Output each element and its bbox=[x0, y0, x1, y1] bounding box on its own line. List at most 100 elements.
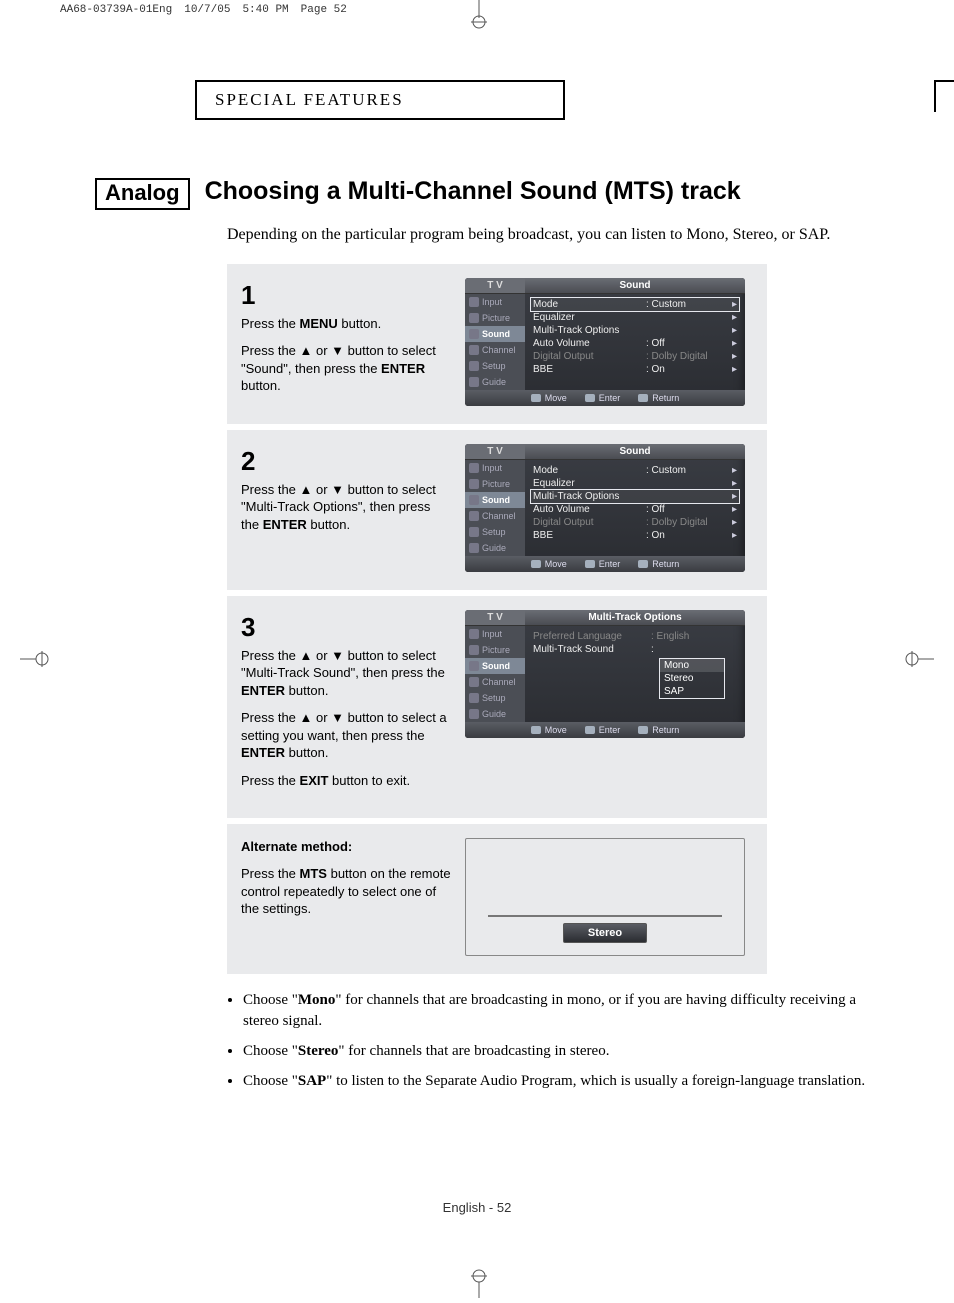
option-sap[interactable]: SAP bbox=[660, 685, 724, 698]
sidebar-item-picture[interactable]: Picture bbox=[465, 476, 525, 492]
page-title: Choosing a Multi-Channel Sound (MTS) tra… bbox=[205, 178, 865, 206]
option-mono[interactable]: Mono bbox=[660, 659, 724, 672]
sidebar-item-setup[interactable]: Setup bbox=[465, 524, 525, 540]
channel-icon bbox=[469, 677, 479, 687]
input-icon bbox=[469, 629, 479, 639]
step-1: 1 Press the MENU button. Press the ▲ or … bbox=[227, 264, 767, 424]
sidebar-label-picture: Picture bbox=[482, 313, 510, 323]
menu-row-equalizer[interactable]: Equalizer▸ bbox=[531, 311, 739, 324]
chevron-right-icon: ▸ bbox=[732, 517, 737, 528]
sidebar-label-setup: Setup bbox=[482, 361, 506, 371]
alt-text-pre: Press the bbox=[241, 866, 300, 881]
sidebar-label-sound: Sound bbox=[482, 329, 510, 339]
sidebar-item-guide[interactable]: Guide bbox=[465, 706, 525, 722]
sidebar-item-picture[interactable]: Picture bbox=[465, 642, 525, 658]
sidebar-label-guide: Guide bbox=[482, 543, 506, 553]
sidebar-item-guide[interactable]: Guide bbox=[465, 374, 525, 390]
menu-row-mode[interactable]: Mode: Custom▸ bbox=[530, 297, 740, 312]
step-1-line1-pre: Press the bbox=[241, 316, 300, 331]
intro-paragraph: Depending on the particular program bein… bbox=[227, 224, 865, 246]
row-label: BBE bbox=[533, 530, 646, 541]
row-label: Mode bbox=[533, 465, 646, 476]
menu-row-bbe[interactable]: BBE: On▸ bbox=[531, 529, 739, 542]
footer-move: Move bbox=[531, 725, 567, 735]
sidebar-label-sound: Sound bbox=[482, 495, 510, 505]
page-footer: English - 52 bbox=[0, 1200, 954, 1215]
menu-row-mode[interactable]: Mode: Custom▸ bbox=[531, 464, 739, 477]
menu-row-preflang: Preferred Language: English bbox=[531, 630, 739, 643]
note-pre: Choose " bbox=[243, 1043, 298, 1059]
crop-mark-bottom-icon bbox=[469, 1268, 489, 1303]
picture-icon bbox=[469, 645, 479, 655]
alt-heading: Alternate method: bbox=[241, 839, 352, 854]
menu-row-mts[interactable]: Multi-Track Options▸ bbox=[531, 324, 739, 337]
sidebar-label-channel: Channel bbox=[482, 677, 516, 687]
sidebar-item-input[interactable]: Input bbox=[465, 460, 525, 476]
crop-mark-top-icon bbox=[469, 0, 489, 35]
row-value: : Dolby Digital bbox=[646, 351, 732, 362]
chevron-right-icon: ▸ bbox=[732, 491, 737, 502]
sidebar-item-channel[interactable]: Channel bbox=[465, 508, 525, 524]
option-stereo[interactable]: Stereo bbox=[660, 672, 724, 685]
alt-text: Alternate method: Press the MTS button o… bbox=[241, 838, 451, 956]
sidebar-item-guide[interactable]: Guide bbox=[465, 540, 525, 556]
menu-row-mts[interactable]: Multi-Track Options▸ bbox=[530, 489, 740, 504]
footer-return: Return bbox=[638, 559, 679, 569]
setup-icon bbox=[469, 361, 479, 371]
row-value: : Off bbox=[646, 504, 732, 515]
row-value: : Dolby Digital bbox=[646, 517, 732, 528]
row-label: Multi-Track Sound bbox=[533, 644, 651, 655]
menu-row-bbe[interactable]: BBE: On▸ bbox=[531, 363, 739, 376]
step-3-text: 3 Press the ▲ or ▼ button to select "Mul… bbox=[241, 610, 451, 800]
tv-footer: Move Enter Return bbox=[465, 556, 745, 572]
row-label: Preferred Language bbox=[533, 631, 651, 642]
step-3-number: 3 bbox=[241, 610, 451, 645]
setup-icon bbox=[469, 693, 479, 703]
row-label: Digital Output bbox=[533, 351, 646, 362]
note-post: " for channels that are broadcasting in … bbox=[338, 1043, 609, 1059]
row-label: Equalizer bbox=[533, 478, 646, 489]
sidebar-item-input[interactable]: Input bbox=[465, 626, 525, 642]
sidebar-item-setup[interactable]: Setup bbox=[465, 690, 525, 706]
sidebar-label-channel: Channel bbox=[482, 511, 516, 521]
sidebar-label-input: Input bbox=[482, 463, 502, 473]
chevron-right-icon: ▸ bbox=[732, 504, 737, 515]
setup-icon bbox=[469, 527, 479, 537]
chevron-right-icon: ▸ bbox=[732, 299, 737, 310]
sidebar-item-channel[interactable]: Channel bbox=[465, 342, 525, 358]
chevron-right-icon: ▸ bbox=[732, 351, 737, 362]
footer-return: Return bbox=[638, 393, 679, 403]
sidebar-item-sound[interactable]: Sound bbox=[465, 658, 525, 674]
guide-icon bbox=[469, 543, 479, 553]
footer-return: Return bbox=[638, 725, 679, 735]
sidebar-label-picture: Picture bbox=[482, 479, 510, 489]
guide-icon bbox=[469, 377, 479, 387]
chevron-right-icon: ▸ bbox=[732, 478, 737, 489]
input-icon bbox=[469, 463, 479, 473]
sidebar-item-picture[interactable]: Picture bbox=[465, 310, 525, 326]
tv-brand: T V bbox=[465, 278, 525, 294]
sidebar-item-channel[interactable]: Channel bbox=[465, 674, 525, 690]
print-file: AA68-03739A-01Eng bbox=[60, 4, 172, 16]
row-label: Multi-Track Options bbox=[533, 325, 646, 336]
input-icon bbox=[469, 297, 479, 307]
sidebar-item-sound[interactable]: Sound bbox=[465, 492, 525, 508]
sidebar-item-input[interactable]: Input bbox=[465, 294, 525, 310]
tv-sidebar: Input Picture Sound Channel Setup Guide bbox=[465, 626, 525, 722]
step-3-p3-pre: Press the bbox=[241, 773, 300, 788]
alt-text-b: MTS bbox=[300, 866, 327, 881]
tv-content: Mode: Custom▸ Equalizer ▸ Multi-Track Opt… bbox=[525, 460, 745, 556]
crop-mark-left-icon bbox=[20, 649, 50, 674]
step-3-p2-post: button. bbox=[285, 745, 328, 760]
sidebar-item-setup[interactable]: Setup bbox=[465, 358, 525, 374]
footer-move: Move bbox=[531, 559, 567, 569]
step-3: 3 Press the ▲ or ▼ button to select "Mul… bbox=[227, 590, 767, 818]
note-b: SAP bbox=[298, 1073, 326, 1089]
stereo-indicator: Stereo bbox=[563, 923, 647, 943]
sidebar-item-sound[interactable]: Sound bbox=[465, 326, 525, 342]
menu-row-autovolume[interactable]: Auto Volume: Off▸ bbox=[531, 503, 739, 516]
menu-row-mtsound[interactable]: Multi-Track Sound: bbox=[531, 643, 739, 656]
step-3-p2: Press the ▲ or ▼ button to select a sett… bbox=[241, 710, 447, 743]
menu-row-autovolume[interactable]: Auto Volume: Off▸ bbox=[531, 337, 739, 350]
guide-icon bbox=[469, 709, 479, 719]
